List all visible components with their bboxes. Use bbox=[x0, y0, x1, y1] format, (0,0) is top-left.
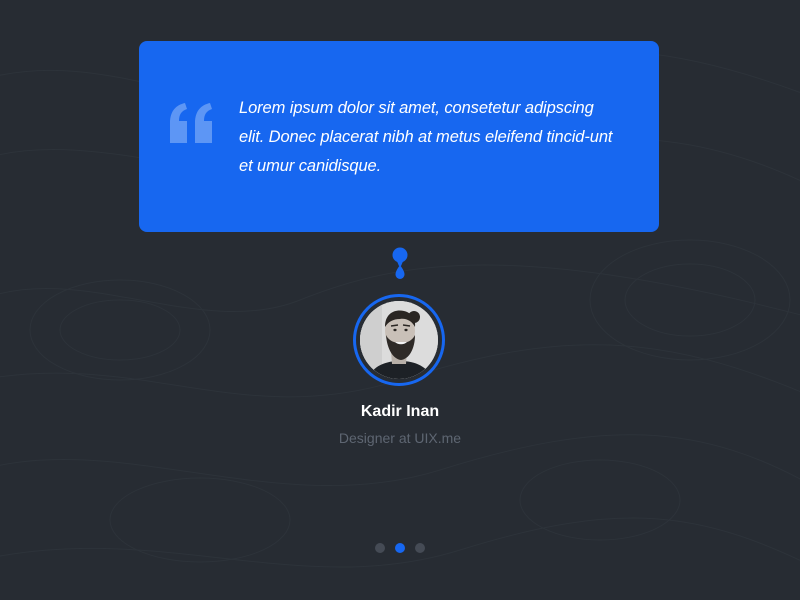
pagination-dots bbox=[370, 543, 430, 553]
pagination-dot-3[interactable] bbox=[415, 543, 425, 553]
connector-icon bbox=[392, 247, 408, 279]
avatar bbox=[353, 294, 445, 386]
author-role: Designer at UIX.me bbox=[338, 430, 462, 446]
quote-icon bbox=[170, 103, 212, 143]
avatar-photo bbox=[360, 301, 438, 379]
testimonial-quote: Lorem ipsum dolor sit amet, consetetur a… bbox=[239, 99, 613, 175]
testimonial-card: Lorem ipsum dolor sit amet, consetetur a… bbox=[139, 41, 659, 232]
pagination-dot-2[interactable] bbox=[395, 543, 405, 553]
author-name: Kadir Inan bbox=[360, 403, 440, 420]
pagination-dot-1[interactable] bbox=[375, 543, 385, 553]
